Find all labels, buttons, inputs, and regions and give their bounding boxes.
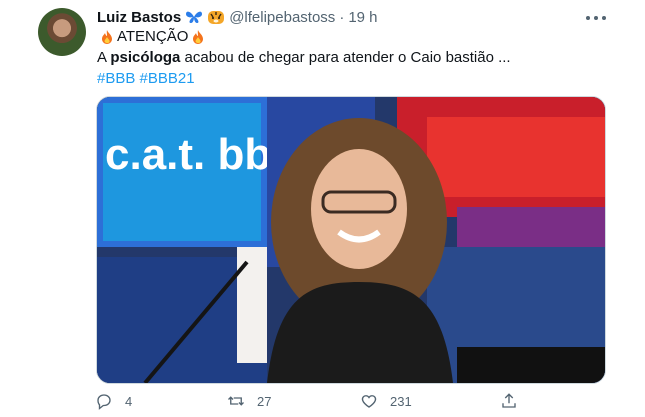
tweet-header: Luiz Bastos @lfelipebastoss · 19 h [97, 7, 378, 27]
hashtag-link[interactable]: #BBB21 [140, 70, 195, 87]
tweet-line-1: ATENÇÃO [97, 28, 208, 45]
retweet-button[interactable]: 27 [227, 392, 271, 410]
tweet-actions: 4 27 231 [95, 392, 525, 412]
tweet-heading: ATENÇÃO [117, 28, 189, 45]
tweet-text-suffix: acabou de chegar para atender o Caio bas… [180, 49, 511, 66]
photo-illustration: c.a.t. bbb [97, 97, 605, 383]
reply-count: 4 [125, 393, 133, 409]
fire-icon [190, 29, 206, 45]
more-options-icon[interactable] [586, 10, 606, 26]
reply-icon [97, 394, 111, 410]
hashtag-link[interactable]: #BBB [97, 70, 135, 87]
retweet-icon [228, 396, 244, 406]
tweet-text-bold: psicóloga [110, 49, 181, 66]
butterfly-icon [185, 9, 203, 25]
tiger-icon [207, 9, 225, 25]
author-handle[interactable]: @lfelipebastoss [229, 9, 335, 26]
retweet-count: 27 [257, 393, 272, 409]
tweet-media-photo[interactable]: c.a.t. bbb [96, 96, 606, 384]
reply-button[interactable]: 4 [95, 392, 132, 410]
share-button[interactable] [500, 392, 518, 410]
like-button[interactable]: 231 [360, 392, 412, 410]
tweet[interactable]: Luiz Bastos @lfelipebastoss · 19 h ATENÇ… [0, 0, 645, 417]
tweet-line-2: A psicóloga acabou de chegar para atende… [97, 49, 511, 66]
heart-icon [361, 395, 377, 408]
like-count: 231 [390, 393, 412, 409]
separator-dot: · [339, 8, 345, 26]
avatar[interactable] [38, 8, 86, 56]
tweet-time[interactable]: 19 h [348, 9, 377, 26]
share-icon [502, 393, 516, 408]
hashtag-list: #BBB #BBB21 [97, 70, 195, 87]
fire-icon [99, 29, 115, 45]
tweet-text-prefix: A [97, 49, 111, 66]
author-name[interactable]: Luiz Bastos [97, 9, 181, 26]
